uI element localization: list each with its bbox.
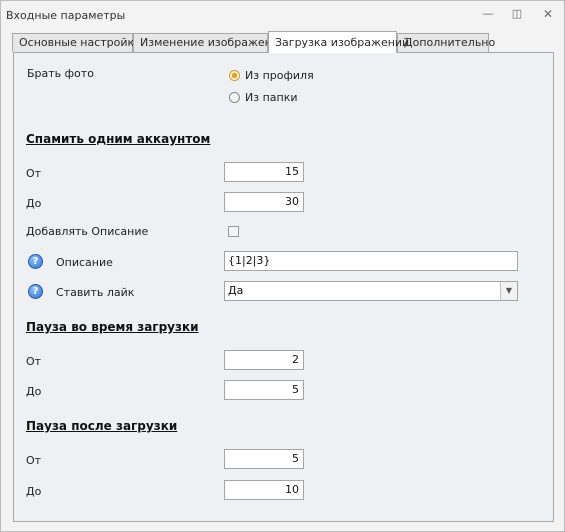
pause-after-from-input[interactable]: 5	[224, 449, 304, 469]
help-icon[interactable]: ?	[28, 284, 43, 299]
pause-after-to-label: До	[26, 485, 42, 498]
section-title-pause-after: Пауза после загрузки	[26, 419, 178, 433]
tab-additional[interactable]: Дополнительно	[397, 33, 495, 52]
help-icon[interactable]: ?	[28, 254, 43, 269]
section-title-pause-during: Пауза во время загрузки	[26, 320, 199, 334]
photo-source-label: Брать фото	[27, 67, 94, 80]
like-select[interactable]: Да ▼	[224, 281, 518, 301]
maximize-button[interactable]: ◫	[507, 5, 527, 23]
minimize-button[interactable]: —	[478, 5, 498, 23]
spam-to-input[interactable]: 30	[224, 192, 304, 212]
radio-label: Из папки	[245, 91, 298, 104]
description-input[interactable]: {1|2|3}	[224, 251, 518, 271]
minimize-icon: —	[482, 7, 494, 20]
section-title-spam: Спамить одним аккаунтом	[26, 132, 211, 146]
add-description-label: Добавлять Описание	[26, 225, 149, 238]
radio-label: Из профиля	[245, 69, 314, 82]
maximize-icon: ◫	[511, 7, 523, 20]
pause-during-to-input[interactable]: 5	[224, 380, 304, 400]
pause-after-to-input[interactable]: 10	[224, 480, 304, 500]
spam-from-input[interactable]: 15	[224, 162, 304, 182]
spam-to-label: До	[26, 197, 42, 210]
add-description-checkbox[interactable]	[228, 226, 239, 237]
radio-indicator[interactable]	[229, 92, 240, 103]
radio-indicator[interactable]	[229, 70, 240, 81]
close-button[interactable]: ✕	[538, 5, 558, 23]
close-icon: ✕	[542, 7, 554, 21]
pause-during-from-input[interactable]: 2	[224, 350, 304, 370]
like-label: Ставить лайк	[56, 286, 135, 299]
tab-image-editing[interactable]: Изменение изображения	[133, 33, 286, 52]
like-select-value: Да	[228, 284, 244, 297]
window-title: Входные параметры	[6, 9, 126, 22]
pause-during-to-label: До	[26, 385, 42, 398]
spam-from-label: От	[26, 167, 42, 180]
description-label: Описание	[56, 256, 113, 269]
tab-basic-settings[interactable]: Основные настройки	[12, 33, 141, 52]
pause-during-from-label: От	[26, 355, 42, 368]
chevron-down-icon[interactable]: ▼	[500, 282, 517, 300]
tab-image-upload[interactable]: Загрузка изображений	[268, 31, 409, 53]
tab-panel: Брать фото Из профиля Из папки Спамить о…	[13, 52, 554, 522]
pause-after-from-label: От	[26, 454, 42, 467]
